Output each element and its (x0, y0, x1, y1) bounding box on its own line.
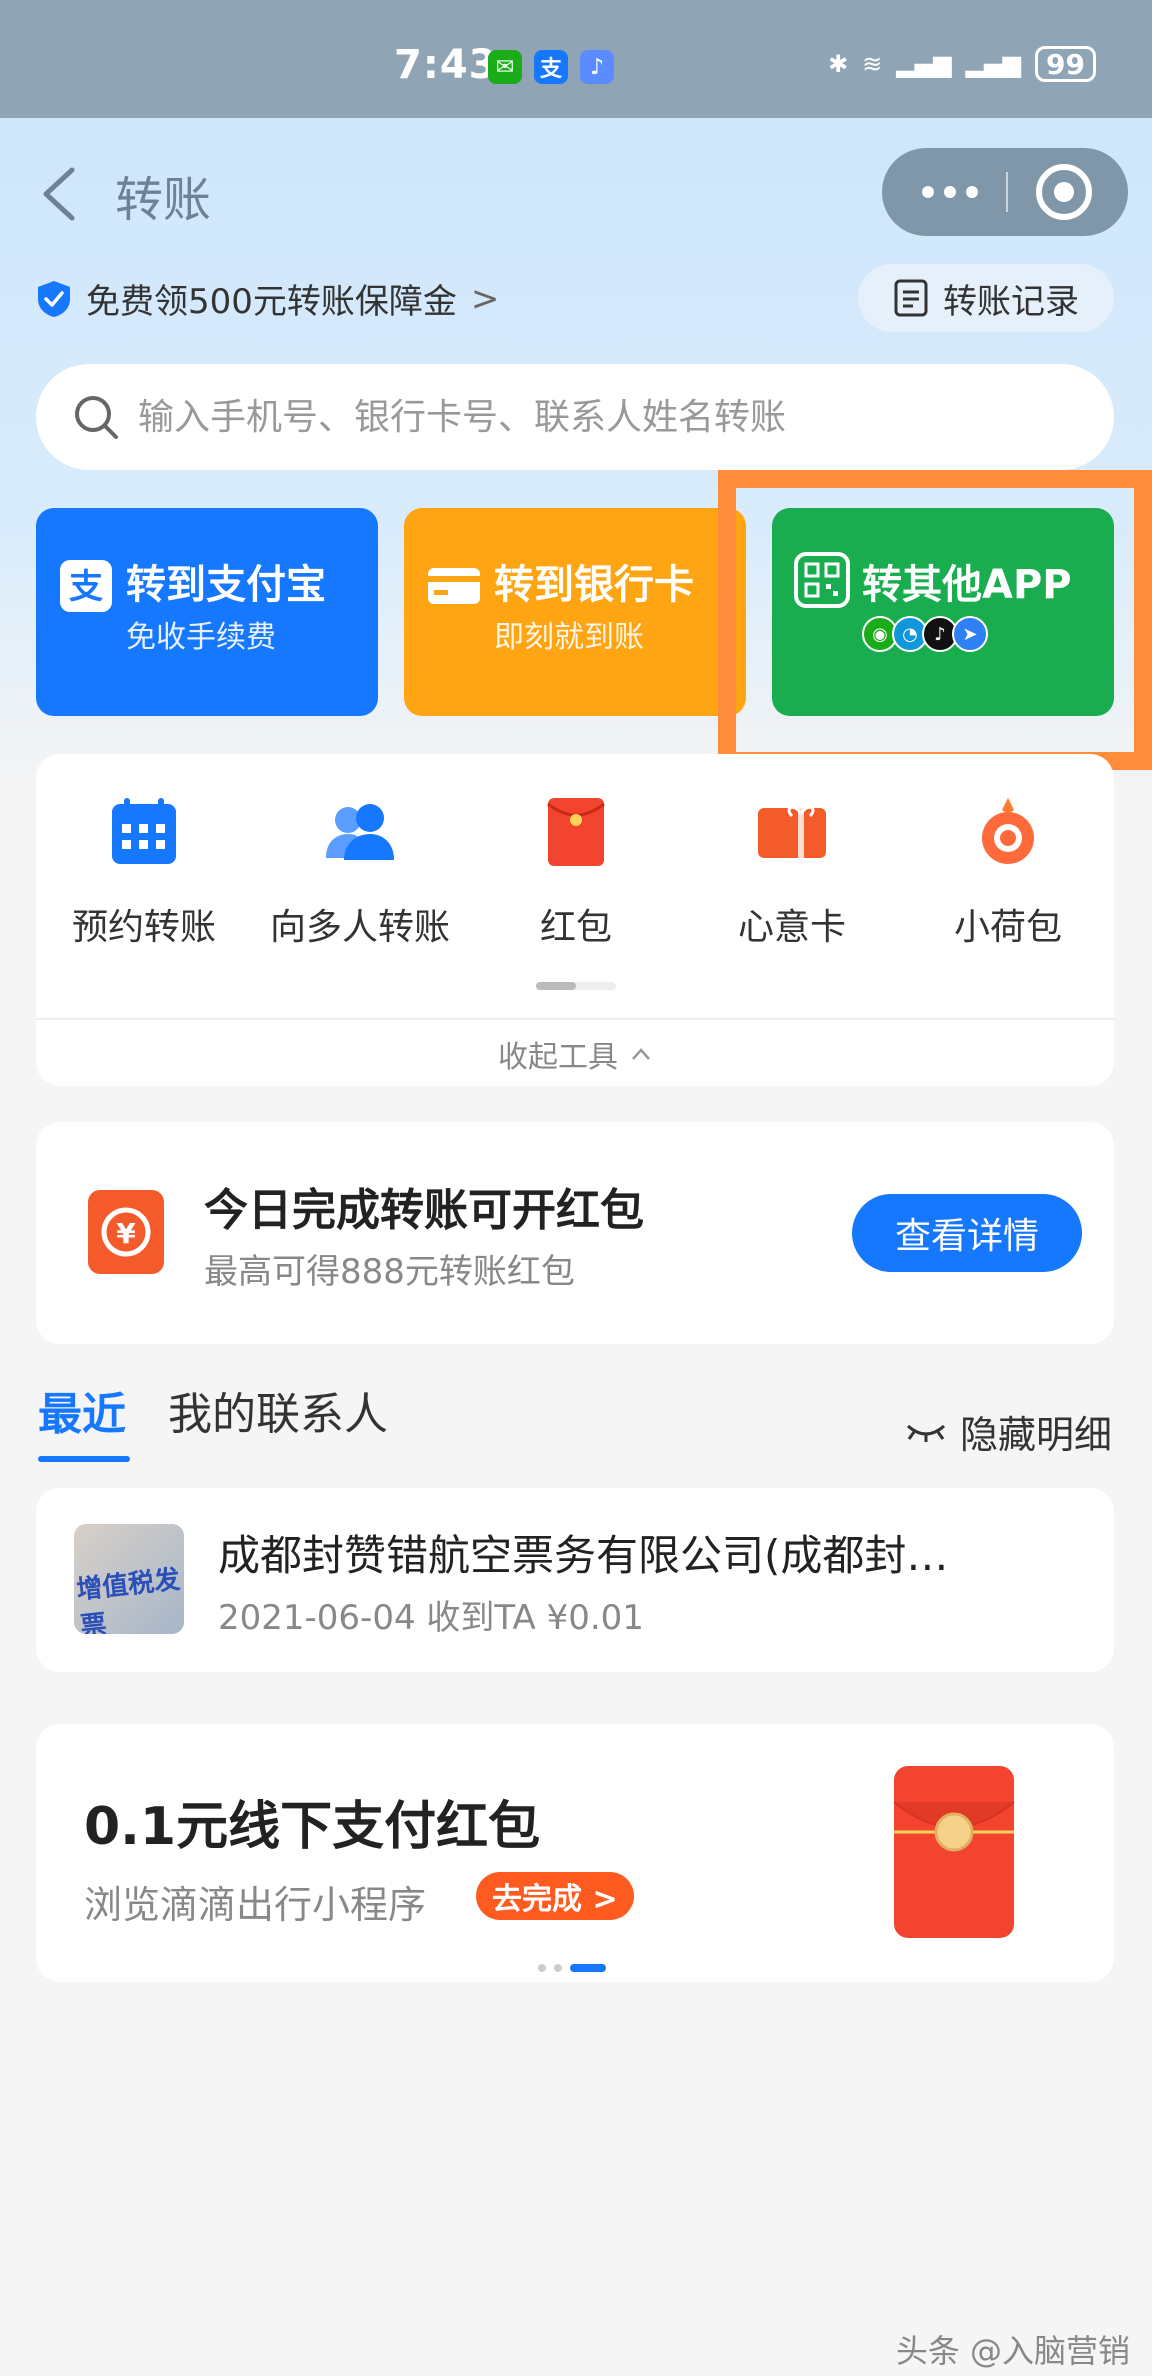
tool-gift-card[interactable]: 心意卡 (692, 794, 892, 950)
guarantee-text: 免费领500元转账保障金 (86, 282, 457, 322)
tool-label: 红包 (539, 907, 612, 948)
hide-details-label: 隐藏明细 (959, 1413, 1112, 1457)
tool-label: 向多人转账 (269, 907, 450, 948)
collapse-tools-button[interactable]: 收起工具 (36, 1022, 1114, 1086)
status-icons: ✱ ≋ ▂▄▆ ▂▄▆ 99 (828, 46, 1096, 82)
red-packet-icon (547, 798, 605, 866)
alipay-icon: 支 (534, 50, 568, 84)
transfer-to-alipay-subtitle: 免收手续费 (126, 620, 276, 655)
red-envelope-icon (893, 1766, 1015, 1938)
mini-program-capsule (882, 148, 1128, 236)
bluetooth-icon: ✱ (828, 50, 849, 78)
go-complete-button[interactable]: 去完成 > (476, 1872, 634, 1920)
battery-level: 99 (1046, 47, 1085, 81)
transfer-records-label: 转账记录 (943, 281, 1079, 322)
tool-label: 预约转账 (71, 907, 216, 948)
avatar-text: 增值税发票 (75, 1564, 182, 1634)
eye-closed-icon (906, 1424, 945, 1442)
search-input[interactable] (138, 396, 1038, 438)
transfer-reward-banner: ¥ 今日完成转账可开红包 最高可得888元转账红包 查看详情 (36, 1122, 1114, 1344)
view-details-button[interactable]: 查看详情 (852, 1194, 1082, 1272)
search-icon (75, 396, 118, 439)
carousel-indicator (538, 1964, 606, 1972)
signal-icon: ▂▄▆ (896, 50, 952, 78)
chevron-right-icon: > (470, 278, 500, 319)
wechat-icon: ✉ (488, 50, 522, 84)
watermark: 头条 @入脑营销 (895, 2332, 1130, 2370)
list-item[interactable]: 增值税发票 成都封赞错航空票务有限公司(成都封… 2021-06-04 收到TA… (36, 1488, 1114, 1672)
page-title: 转账 (115, 172, 212, 228)
transfer-to-bank-subtitle: 即刻就到账 (494, 620, 644, 655)
document-icon (894, 279, 928, 317)
contact-last-transaction: 2021-06-04 收到TA ¥0.01 (218, 1598, 644, 1638)
banner-title: 0.1元线下支付红包 (84, 1797, 541, 1857)
tools-divider (36, 1018, 1114, 1020)
red-packet-coin-icon: ¥ (88, 1190, 164, 1274)
tool-scheduled-transfer[interactable]: 预约转账 (44, 794, 244, 950)
guarantee-link[interactable]: 免费领500元转账保障金 > (36, 274, 499, 323)
transfer-records-button[interactable]: 转账记录 (858, 264, 1114, 332)
music-icon: ♪ (580, 50, 614, 84)
highlight-annotation (718, 470, 1152, 770)
transfer-to-alipay-title: 转到支付宝 (126, 562, 326, 608)
reward-subtitle: 最高可得888元转账红包 (204, 1252, 575, 1292)
tool-label: 小荷包 (953, 907, 1062, 948)
people-icon (326, 804, 394, 860)
close-mini-program-icon[interactable] (1036, 164, 1092, 220)
reward-title: 今日完成转账可开红包 (204, 1185, 644, 1236)
tab-contacts[interactable]: 我的联系人 (168, 1378, 388, 1442)
transfer-to-bank-card[interactable]: 转到银行卡 即刻就到账 (404, 508, 746, 716)
tool-multi-transfer[interactable]: 向多人转账 (260, 794, 460, 950)
active-tab-indicator (38, 1456, 130, 1462)
collapse-tools-label: 收起工具 (498, 1040, 618, 1075)
alipay-icon: 支 (60, 560, 112, 612)
tool-red-packet[interactable]: 红包 (476, 794, 676, 950)
status-bar: 7:43 ✉ 支 ♪ ✱ ≋ ▂▄▆ ▂▄▆ 99 (0, 0, 1152, 118)
transfer-to-alipay-card[interactable]: 支 转到支付宝 免收手续费 (36, 508, 378, 716)
svg-text:¥: ¥ (116, 1217, 136, 1250)
more-icon[interactable] (922, 174, 992, 210)
capsule-divider (1006, 172, 1008, 212)
tools-scroll-indicator (536, 982, 616, 990)
banner-subtitle: 浏览滴滴出行小程序 (84, 1883, 427, 1927)
tool-lotus-pouch[interactable]: 小荷包 (908, 794, 1108, 950)
hide-details-toggle[interactable]: 隐藏明细 (904, 1404, 1112, 1459)
wifi-icon: ≋ (862, 50, 883, 78)
gift-card-icon (758, 805, 826, 858)
tab-recent[interactable]: 最近 (38, 1378, 126, 1442)
signal-icon-2: ▂▄▆ (965, 50, 1022, 78)
tool-label: 心意卡 (737, 907, 846, 948)
avatar: 增值税发票 (74, 1524, 184, 1634)
svg-text:支: 支 (69, 567, 103, 607)
battery-icon: 99 (1035, 46, 1096, 82)
status-time: 7:43 (394, 42, 498, 88)
search-bar[interactable] (36, 364, 1114, 470)
lotus-pouch-icon (982, 798, 1034, 864)
transfer-to-bank-title: 转到银行卡 (494, 562, 694, 608)
calendar-icon (112, 798, 176, 864)
shield-icon (38, 280, 70, 317)
contact-name: 成都封赞错航空票务有限公司(成都封… (218, 1531, 949, 1580)
tools-panel: 预约转账 向多人转账 红包 心意卡 小荷包 收起工具 (36, 754, 1114, 1086)
back-icon[interactable] (38, 166, 78, 222)
bank-card-icon (428, 568, 480, 604)
chevron-up-icon (632, 1048, 650, 1060)
offline-payment-banner[interactable]: 0.1元线下支付红包 浏览滴滴出行小程序 去完成 > (36, 1724, 1114, 1982)
